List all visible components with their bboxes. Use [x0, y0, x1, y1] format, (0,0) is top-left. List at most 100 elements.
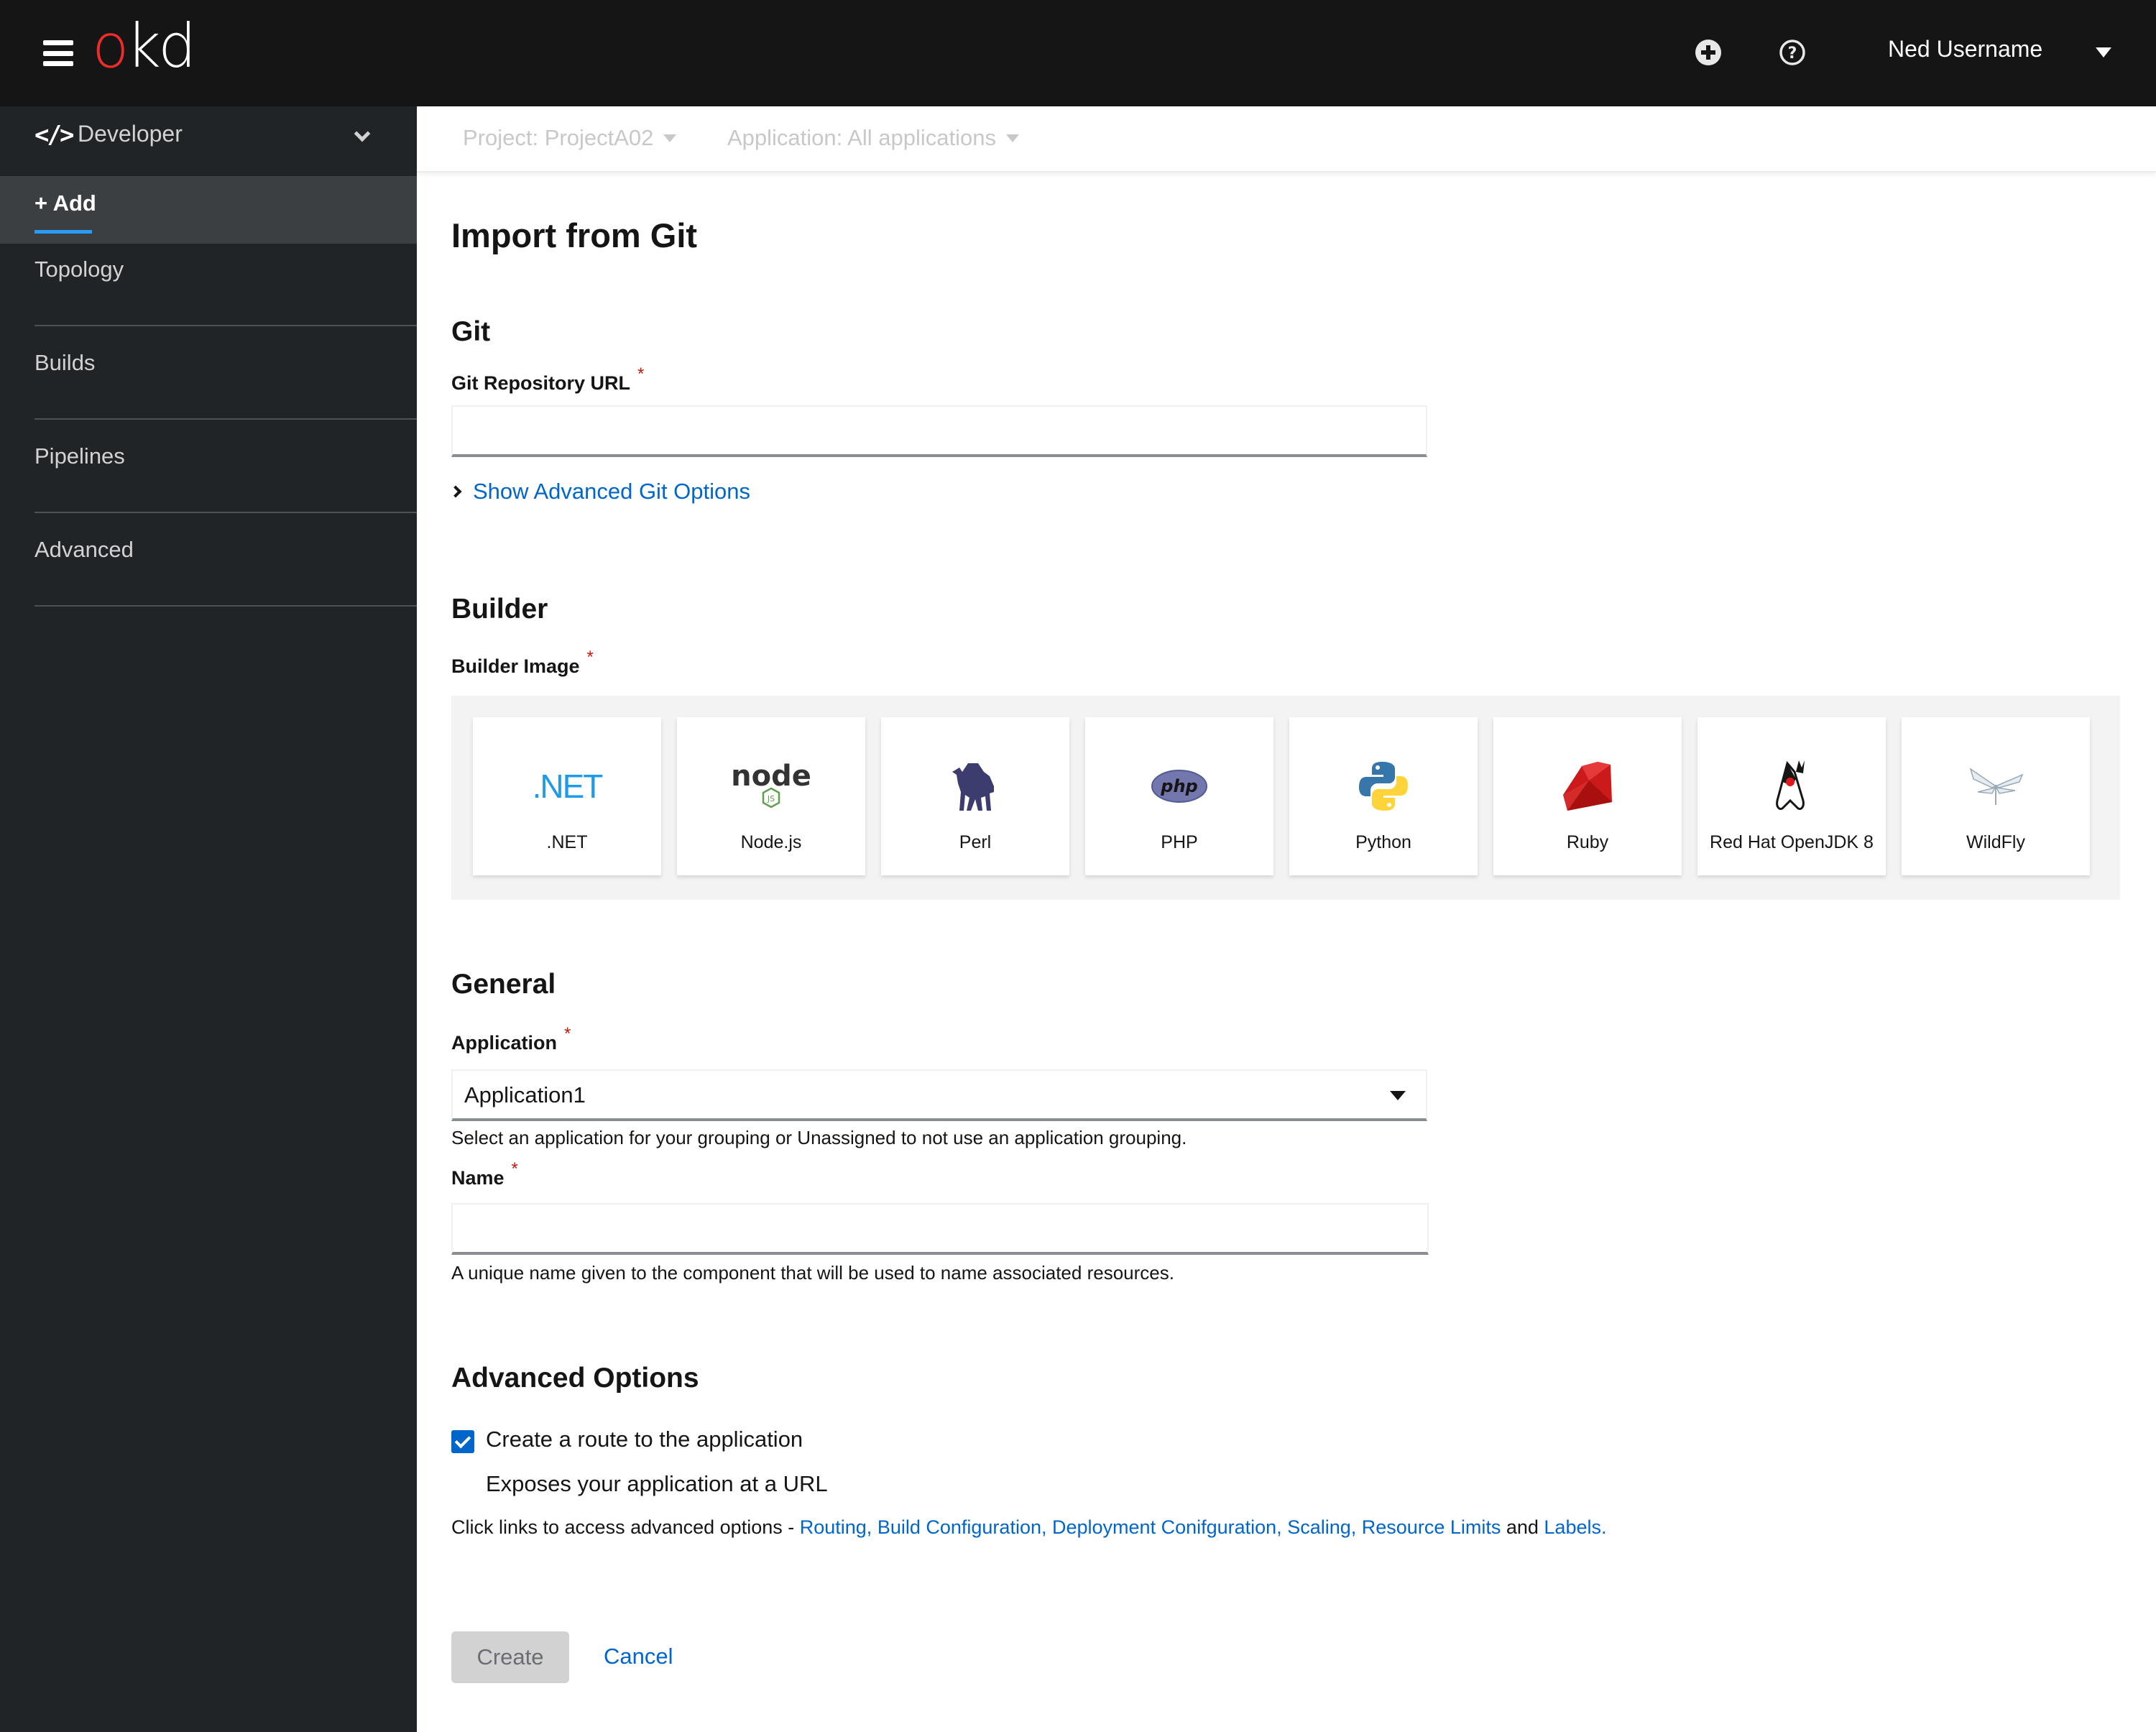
- builder-card-label: Node.js: [740, 832, 802, 852]
- builder-card-wildfly[interactable]: WildFly: [1902, 717, 2090, 875]
- sidebar-item-advanced[interactable]: Advanced: [0, 537, 417, 566]
- okd-logo[interactable]: okd: [92, 16, 196, 76]
- builder-card-label: WildFly: [1966, 832, 2025, 852]
- git-url-input[interactable]: [451, 405, 1427, 457]
- svg-text:JS: JS: [767, 794, 775, 803]
- sidebar-item-add[interactable]: + Add: [0, 176, 417, 244]
- nav-divider: [34, 512, 417, 513]
- cancel-button[interactable]: Cancel: [604, 1644, 673, 1669]
- application-label-text: Application: [451, 1032, 557, 1054]
- create-route-label[interactable]: Create a route to the application: [486, 1427, 803, 1452]
- sidebar: </> Developer + Add Topology Builds Pipe…: [0, 106, 417, 1732]
- chevron-down-icon: [354, 125, 371, 142]
- builder-card-ruby[interactable]: Ruby: [1493, 717, 1682, 875]
- builder-card-label: Red Hat OpenJDK 8: [1710, 832, 1874, 852]
- java-duke-icon: [1697, 750, 1886, 822]
- required-mark: *: [564, 1024, 571, 1044]
- advanced-links-and: and: [1501, 1516, 1544, 1538]
- project-dropdown-label: Project: ProjectA02: [463, 125, 654, 150]
- logo-o: o: [92, 11, 129, 81]
- name-helper-text: A unique name given to the component tha…: [451, 1262, 1174, 1284]
- application-helper-text: Select an application for your grouping …: [451, 1127, 1187, 1148]
- builder-card-php[interactable]: php PHP: [1085, 717, 1273, 875]
- name-label: Name *: [451, 1159, 518, 1189]
- perspective-label: Developer: [78, 121, 183, 147]
- sidebar-item-label: Topology: [34, 257, 124, 282]
- hamburger-menu-icon[interactable]: [43, 40, 73, 66]
- required-mark: *: [586, 648, 594, 667]
- sidebar-item-builds[interactable]: Builds: [0, 350, 417, 379]
- sidebar-item-label: Pipelines: [34, 443, 125, 469]
- caret-down-icon[interactable]: [2096, 47, 2111, 57]
- required-mark: *: [637, 364, 645, 384]
- perl-camel-icon: [881, 750, 1069, 822]
- page-title: Import from Git: [451, 216, 698, 254]
- chevron-right-icon: [449, 485, 462, 498]
- create-button[interactable]: Create: [451, 1631, 569, 1683]
- nav-divider: [34, 325, 417, 326]
- create-route-checkbox[interactable]: [451, 1430, 474, 1453]
- application-dropdown-label: Application: All applications: [727, 125, 996, 150]
- application-dropdown[interactable]: Application: All applications: [727, 125, 1019, 151]
- svg-text:php: php: [1160, 776, 1197, 796]
- git-url-label: Git Repository URL *: [451, 364, 644, 395]
- builder-card-openjdk[interactable]: Red Hat OpenJDK 8: [1697, 717, 1886, 875]
- project-dropdown[interactable]: Project: ProjectA02: [463, 125, 677, 151]
- caret-down-icon: [663, 134, 677, 142]
- git-url-label-text: Git Repository URL: [451, 372, 631, 394]
- sidebar-item-label: Builds: [34, 350, 96, 375]
- section-title-advanced-options: Advanced Options: [451, 1363, 699, 1394]
- show-advanced-git-options-toggle[interactable]: Show Advanced Git Options: [449, 479, 750, 505]
- routing-link[interactable]: Routing,: [800, 1516, 872, 1538]
- build-configuration-link[interactable]: Build Configuration,: [877, 1516, 1047, 1538]
- nav-divider: [34, 418, 417, 420]
- sidebar-item-topology[interactable]: Topology: [0, 257, 417, 285]
- main-content: Import from Git Git Git Repository URL * …: [417, 172, 2156, 1732]
- help-icon[interactable]: ?: [1777, 37, 1807, 68]
- builder-image-label: Builder Image *: [451, 648, 594, 678]
- php-icon: php: [1085, 750, 1273, 822]
- code-icon: </>: [34, 121, 74, 149]
- sidebar-item-pipelines[interactable]: Pipelines: [0, 443, 417, 472]
- nodejs-icon: node JS: [677, 750, 865, 822]
- section-title-general: General: [451, 969, 556, 1000]
- builder-card-dotnet[interactable]: .NET .NET: [473, 717, 661, 875]
- perspective-switcher[interactable]: </> Developer: [0, 106, 417, 175]
- ruby-icon: [1493, 750, 1682, 822]
- name-input[interactable]: [451, 1203, 1429, 1255]
- sidebar-item-label: Advanced: [34, 537, 134, 562]
- application-select[interactable]: Application1: [451, 1069, 1427, 1121]
- dotnet-icon: .NET: [532, 768, 604, 805]
- nav-divider: [34, 605, 417, 607]
- labels-link[interactable]: Labels.: [1544, 1516, 1606, 1538]
- active-indicator: [34, 230, 92, 234]
- caret-down-icon: [1005, 134, 1019, 142]
- wildfly-icon: [1902, 750, 2090, 822]
- create-route-description: Exposes your application at a URL: [486, 1471, 828, 1496]
- app-launcher-grid-icon[interactable]: [1611, 40, 1639, 66]
- application-label: Application *: [451, 1024, 571, 1054]
- user-menu[interactable]: Ned Username: [1888, 36, 2042, 63]
- deployment-configuration-link[interactable]: Deployment Conifguration,: [1052, 1516, 1282, 1538]
- name-label-text: Name: [451, 1167, 505, 1189]
- builder-card-label: PHP: [1161, 832, 1198, 852]
- logo-kd: kd: [126, 11, 196, 81]
- builder-card-label: Ruby: [1566, 832, 1609, 852]
- context-bar: Project: ProjectA02 Application: All app…: [417, 106, 2156, 172]
- builder-card-perl[interactable]: Perl: [881, 717, 1069, 875]
- builder-card-nodejs[interactable]: node JS Node.js: [677, 717, 865, 875]
- builder-card-label: Perl: [959, 832, 992, 852]
- advanced-links-prefix: Click links to access advanced options -: [451, 1516, 800, 1538]
- show-advanced-git-options-link[interactable]: Show Advanced Git Options: [473, 479, 750, 505]
- builder-card-label: .NET: [546, 832, 588, 852]
- scaling-link[interactable]: Scaling,: [1287, 1516, 1356, 1538]
- resource-limits-link[interactable]: Resource Limits: [1362, 1516, 1501, 1538]
- masthead: okd ? Ned Username: [0, 0, 2156, 106]
- application-select-value: Application1: [464, 1082, 586, 1107]
- section-title-git: Git: [451, 316, 491, 347]
- sidebar-item-label: + Add: [34, 190, 96, 216]
- required-mark: *: [511, 1159, 518, 1179]
- plus-circle-icon[interactable]: [1693, 37, 1723, 68]
- section-title-builder: Builder: [451, 594, 548, 625]
- builder-card-python[interactable]: Python: [1289, 717, 1478, 875]
